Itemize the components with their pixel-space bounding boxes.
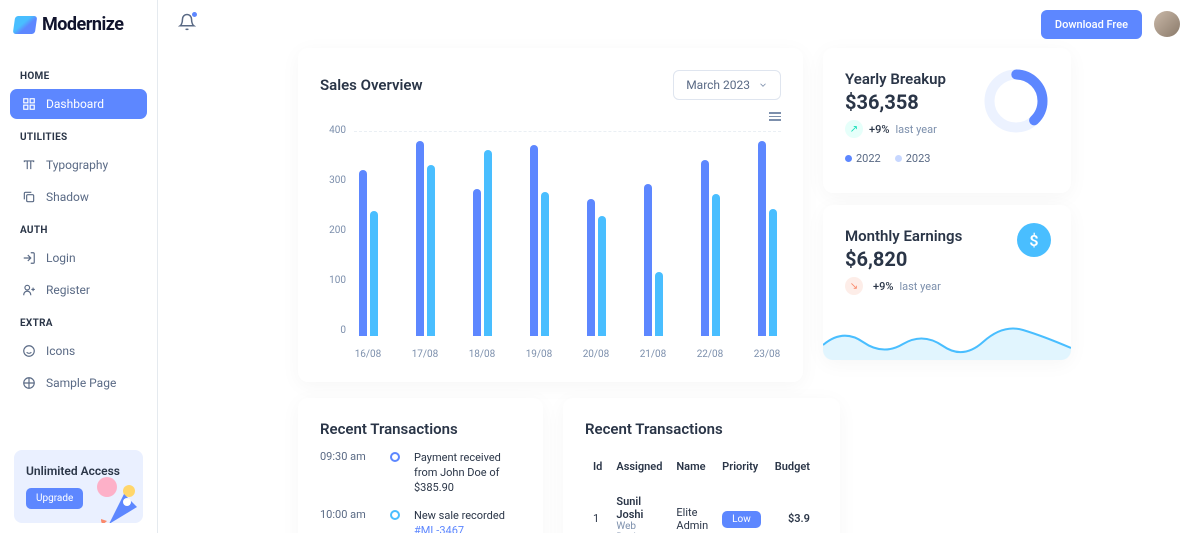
th-budget: Budget (769, 450, 816, 483)
legend-2022: 2022 (845, 152, 881, 165)
smile-icon (22, 344, 36, 358)
bar-group (639, 184, 667, 335)
period-value: March 2023 (686, 78, 750, 92)
timeline-text: Payment received from John Doe of $385.9… (414, 450, 521, 496)
sales-chart: 4003002001000 16/0817/0818/0819/0820/082… (320, 125, 781, 360)
download-button[interactable]: Download Free (1041, 10, 1142, 39)
bar-group (354, 170, 382, 336)
sidebar-item-icons[interactable]: Icons (10, 336, 147, 366)
brand-name: Modernize (42, 14, 123, 35)
sidebar-item-dashboard[interactable]: Dashboard (10, 89, 147, 119)
sparkline-chart (823, 320, 1071, 360)
table-row[interactable]: 1 Sunil Joshi Web Designer Elite Admin L… (587, 485, 816, 533)
sidebar-item-shadow[interactable]: Shadow (10, 182, 147, 212)
timeline-link[interactable]: #ML-3467 (414, 524, 464, 533)
arrow-up-icon: ↗ (845, 120, 863, 138)
yearly-sub: last year (895, 123, 936, 136)
topbar: Download Free (158, 0, 1200, 48)
yearly-breakup-card: Yearly Breakup $36,358 ↗ +9% last year 2… (823, 48, 1071, 193)
monthly-delta: +9% (873, 280, 893, 293)
timeline-time: 09:30 am (320, 450, 376, 496)
dollar-icon: $ (1017, 223, 1051, 257)
user-plus-icon (22, 283, 36, 297)
rocket-icon (89, 469, 143, 523)
monthly-sub: last year (899, 280, 940, 293)
cell-id: 1 (587, 485, 608, 533)
notification-badge (191, 11, 198, 18)
bar-group (696, 160, 724, 336)
copy-icon (22, 190, 36, 204)
transactions-title: Recent Transactions (320, 420, 521, 438)
transactions-timeline-card: Recent Transactions 09:30 am Payment rece… (298, 398, 543, 533)
cell-budget: $3.9 (769, 485, 816, 533)
section-utilities: UTILITIES (10, 126, 147, 149)
chart-menu-icon[interactable] (769, 112, 781, 121)
bar-group (753, 141, 781, 336)
section-extra: EXTRA (10, 312, 147, 335)
th-priority: Priority (716, 450, 767, 483)
th-id: Id (587, 450, 608, 483)
transactions-table-card: Recent Transactions Id Assigned Name Pri… (563, 398, 840, 533)
arrow-down-icon: ↘ (845, 277, 863, 295)
timeline-dot (390, 452, 400, 462)
sidebar-item-login[interactable]: Login (10, 243, 147, 273)
bar-group (468, 150, 496, 335)
th-name: Name (670, 450, 714, 483)
sales-title: Sales Overview (320, 76, 423, 94)
bar-group (582, 199, 610, 336)
cell-priority: Low (716, 485, 767, 533)
yearly-delta: +9% (869, 123, 889, 136)
type-icon (22, 158, 36, 172)
cell-assigned: Sunil Joshi Web Designer (610, 485, 668, 533)
sidebar-item-label: Dashboard (46, 97, 104, 111)
aperture-icon (22, 376, 36, 390)
section-auth: AUTH (10, 219, 147, 242)
promo-card: Unlimited Access Upgrade (14, 450, 143, 523)
sales-overview-card: Sales Overview March 2023 4003002001000 … (298, 48, 803, 382)
timeline-dot (390, 510, 400, 520)
sidebar-item-label: Shadow (46, 190, 89, 204)
transactions-table: Id Assigned Name Priority Budget 1 Sunil… (585, 448, 818, 533)
upgrade-button[interactable]: Upgrade (26, 488, 83, 509)
sidebar-item-label: Sample Page (46, 376, 116, 390)
bar-group (411, 141, 439, 336)
sidebar-item-typography[interactable]: Typography (10, 150, 147, 180)
timeline-text: New sale recorded#ML-3467 (414, 508, 505, 533)
sidebar-item-label: Icons (46, 344, 75, 358)
avatar[interactable] (1154, 11, 1180, 37)
monthly-value: $6,820 (845, 247, 1049, 271)
sidebar-item-label: Login (46, 251, 76, 265)
sidebar-item-label: Typography (46, 158, 108, 172)
timeline-row: 10:00 am New sale recorded#ML-3467 (320, 508, 521, 533)
brand-logo-mark (13, 16, 38, 34)
cell-name: Elite Admin (670, 485, 714, 533)
donut-chart (981, 66, 1051, 136)
table-title: Recent Transactions (585, 420, 818, 438)
period-select[interactable]: March 2023 (673, 70, 781, 100)
brand-logo[interactable]: Modernize (10, 14, 147, 35)
chevron-down-icon (758, 80, 768, 90)
bar-group (525, 145, 553, 335)
sidebar: Modernize HOME Dashboard UTILITIES Typog… (0, 0, 158, 533)
timeline-time: 10:00 am (320, 508, 376, 533)
login-icon (22, 251, 36, 265)
timeline-row: 09:30 am Payment received from John Doe o… (320, 450, 521, 496)
sidebar-item-sample[interactable]: Sample Page (10, 368, 147, 398)
th-assigned: Assigned (610, 450, 668, 483)
notifications-button[interactable] (178, 13, 196, 35)
sidebar-item-label: Register (46, 283, 90, 297)
dashboard-icon (22, 97, 36, 111)
main: Download Free Sales Overview March 2023 (158, 0, 1200, 533)
legend-2023: 2023 (895, 152, 931, 165)
monthly-earnings-card: Monthly Earnings $6,820 ↘ +9% last year … (823, 205, 1071, 360)
section-home: HOME (10, 65, 147, 88)
sidebar-item-register[interactable]: Register (10, 275, 147, 305)
